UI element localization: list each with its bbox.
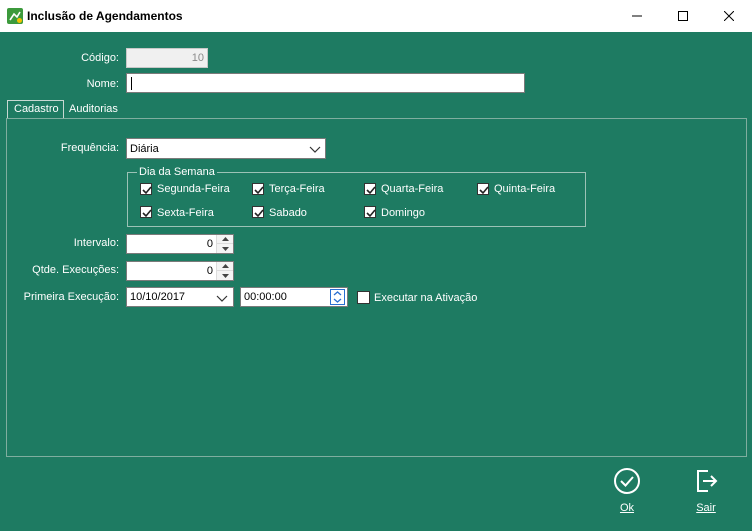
codigo-field: 10: [126, 48, 208, 68]
check-icon: [142, 186, 152, 195]
nome-label: Nome:: [86, 78, 119, 90]
sair-label: Sair: [696, 502, 716, 514]
check-icon: [254, 209, 264, 218]
chevron-down-icon: [216, 295, 228, 302]
checkbox-quarta[interactable]: [364, 183, 376, 195]
intervalo-label: Intervalo:: [73, 237, 119, 249]
spin-up-button[interactable]: [217, 235, 233, 244]
check-icon: [254, 186, 264, 195]
checkbox-terca-label: Terça-Feira: [269, 183, 325, 195]
text-cursor: [131, 77, 132, 90]
nome-input[interactable]: [126, 73, 525, 93]
intervalo-spin-buttons: [216, 235, 233, 253]
window-title: Inclusão de Agendamentos: [27, 9, 183, 23]
checkbox-quinta-label: Quinta-Feira: [494, 183, 556, 195]
tab-auditorias[interactable]: Auditorias: [64, 101, 126, 119]
checkbox-quarta-label: Quarta-Feira: [381, 183, 444, 195]
checkbox-domingo[interactable]: [364, 206, 376, 218]
ok-label: Ok: [619, 502, 635, 514]
checkbox-sabado-label: Sabado: [269, 207, 307, 219]
executar-label: Executar na Ativação: [374, 292, 478, 304]
sair-button[interactable]: Sair: [686, 467, 726, 514]
arrow-down-icon: [221, 246, 229, 251]
arrow-up-icon: [221, 264, 229, 268]
close-icon: [724, 11, 734, 21]
title-bar: Inclusão de Agendamentos: [0, 0, 752, 32]
minimize-icon: [632, 15, 642, 17]
arrow-up-icon: [221, 237, 229, 241]
checkbox-sabado[interactable]: [252, 206, 264, 218]
primeira-time-value: 00:00:00: [244, 291, 287, 303]
time-spin-buttons[interactable]: [330, 289, 345, 305]
spin-down-button[interactable]: [217, 271, 233, 280]
cadastro-panel: [6, 118, 747, 457]
primeira-date-value: 10/10/2017: [130, 291, 186, 303]
check-icon: [366, 209, 376, 218]
spin-down-button[interactable]: [217, 244, 233, 253]
primeira-date-picker[interactable]: 10/10/2017: [126, 287, 234, 307]
maximize-icon: [678, 11, 688, 21]
codigo-label: Código:: [81, 52, 119, 64]
spin-up-button[interactable]: [217, 262, 233, 271]
codigo-value: 10: [191, 52, 204, 64]
frequencia-label: Frequência:: [60, 142, 119, 154]
tab-auditorias-label: Auditorias: [69, 103, 118, 115]
arrow-down-icon: [221, 273, 229, 278]
check-icon: [479, 186, 489, 195]
maximize-button[interactable]: [660, 0, 706, 32]
intervalo-spinbox[interactable]: 0: [126, 234, 234, 254]
primeira-time-picker[interactable]: 00:00:00: [240, 287, 348, 307]
checkbox-sexta-label: Sexta-Feira: [157, 207, 214, 219]
checkbox-terca[interactable]: [252, 183, 264, 195]
minimize-button[interactable]: [614, 0, 660, 32]
check-icon: [142, 209, 152, 218]
intervalo-value: 0: [206, 238, 213, 250]
check-circle-icon: [614, 468, 640, 494]
qtde-spinbox[interactable]: 0: [126, 261, 234, 281]
tab-cadastro-label: Cadastro: [14, 103, 59, 115]
exit-icon: [697, 470, 718, 492]
executar-checkbox[interactable]: [357, 291, 370, 304]
frequencia-value: Diária: [130, 143, 159, 155]
tab-cadastro[interactable]: Cadastro: [7, 100, 64, 118]
close-button[interactable]: [706, 0, 752, 32]
frequencia-select[interactable]: Diária: [126, 138, 326, 159]
checkbox-sexta[interactable]: [140, 206, 152, 218]
chevron-down-icon: [309, 146, 321, 153]
qtde-spin-buttons: [216, 262, 233, 280]
check-icon: [366, 186, 376, 195]
spin-arrows-icon: [333, 291, 342, 303]
ok-button[interactable]: Ok: [607, 467, 647, 514]
checkbox-domingo-label: Domingo: [381, 207, 426, 219]
checkbox-quinta[interactable]: [477, 183, 489, 195]
app-icon: [7, 8, 23, 24]
qtde-value: 0: [206, 265, 213, 277]
checkbox-segunda[interactable]: [140, 183, 152, 195]
dia-semana-legend: Dia da Semana: [137, 166, 217, 178]
checkbox-segunda-label: Segunda-Feira: [157, 183, 230, 195]
primeira-label: Primeira Execução:: [23, 291, 119, 303]
qtde-label: Qtde. Execuções:: [32, 264, 119, 276]
